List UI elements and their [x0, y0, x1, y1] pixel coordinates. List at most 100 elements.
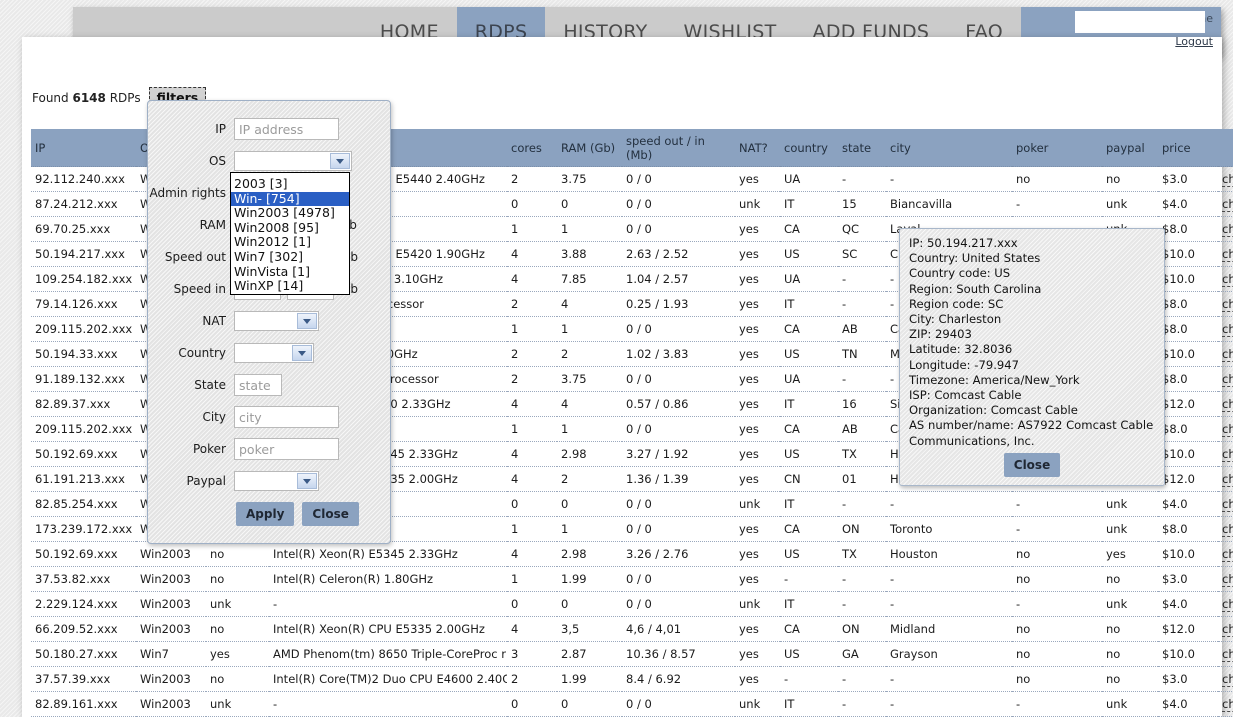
cell-cpu: Intel(R) Xeon(R) CPU E5335 2.00GHz [269, 616, 507, 642]
filter-input-city[interactable] [234, 406, 339, 428]
ip-info-lines: IP: 50.194.217.xxx Country: United States… [909, 236, 1155, 449]
table-row[interactable]: 50.192.69.xxxWin2003noIntel(R) Xeon(R) E… [31, 541, 1233, 567]
cell-speed: 0 / 0 [622, 566, 735, 592]
os-dropdown-option[interactable]: Win2008 [95] [231, 220, 349, 236]
check-link-cell: check [1218, 166, 1233, 192]
filter-label-speed-in: Speed in [173, 282, 226, 296]
check-link[interactable]: check [1222, 597, 1233, 612]
cell-cores: 4 [507, 241, 557, 267]
cell-ram: 2.98 [557, 441, 622, 467]
check-link[interactable]: check [1222, 297, 1233, 312]
cell-cores: 0 [507, 191, 557, 217]
check-link[interactable]: check [1222, 572, 1233, 587]
cell-admin: no [206, 566, 269, 592]
check-link[interactable]: check [1222, 447, 1233, 462]
cell-speed: 0 / 0 [622, 191, 735, 217]
cell-country: CA [780, 316, 838, 342]
cell-nat: yes [735, 466, 780, 492]
check-link[interactable]: check [1222, 347, 1233, 362]
cell-poker: no [1012, 566, 1102, 592]
check-link[interactable]: check [1222, 697, 1233, 712]
os-dropdown-option[interactable]: Win- [754] [231, 191, 349, 207]
cell-speed: 0 / 0 [622, 691, 735, 717]
cell-paypal: unk [1102, 516, 1158, 542]
cell-state: GA [838, 641, 886, 667]
cell-city: - [886, 691, 1012, 717]
check-link[interactable]: check [1222, 472, 1233, 487]
cell-paypal: unk [1102, 491, 1158, 517]
filter-select-os[interactable] [234, 151, 352, 171]
cell-price: $3.0 [1158, 166, 1218, 192]
cell-cores: 2 [507, 291, 557, 317]
col-header-poker[interactable]: poker [1012, 129, 1102, 167]
check-link[interactable]: check [1222, 672, 1233, 687]
check-link[interactable]: check [1222, 172, 1233, 187]
cell-ip: 37.53.82.xxx [31, 566, 136, 592]
cell-speed: 0 / 0 [622, 416, 735, 442]
check-link[interactable]: check [1222, 247, 1233, 262]
cell-ip: 173.239.172.xxx [31, 516, 136, 542]
col-header-country[interactable]: country [780, 129, 838, 167]
os-dropdown-option[interactable]: WinVista [1] [231, 264, 349, 280]
cell-ram: 2.87 [557, 641, 622, 667]
cell-city: - [886, 166, 1012, 192]
cell-poker: no [1012, 166, 1102, 192]
filter-input-state[interactable] [234, 374, 282, 396]
check-link[interactable]: check [1222, 222, 1233, 237]
check-link[interactable]: check [1222, 197, 1233, 212]
check-link[interactable]: check [1222, 422, 1233, 437]
check-link[interactable]: check [1222, 647, 1233, 662]
filters-apply-button[interactable]: Apply [236, 502, 295, 526]
logout-link[interactable]: Logout [1175, 35, 1213, 48]
os-dropdown-option[interactable]: WinXP [14] [231, 279, 349, 294]
os-dropdown-list[interactable]: 2003 [3] Win- [754] Win2003 [4978] Win2008 … [230, 172, 350, 295]
cell-cores: 1 [507, 316, 557, 342]
table-row[interactable]: 2.229.124.xxx Win2003 unk -0 0 0 / 0 unk IT - - - u… [31, 591, 1233, 617]
col-header-cores[interactable]: cores [507, 129, 557, 167]
filter-select-country[interactable] [234, 343, 314, 363]
table-row[interactable]: 50.180.27.xxx Win7 yes AMD Phenom(tm) 8650 … [31, 641, 1233, 667]
cell-ram: 0 [557, 191, 622, 217]
os-dropdown-option[interactable]: 2003 [3] [231, 176, 349, 192]
col-header-price[interactable]: price [1158, 129, 1218, 167]
col-header-speed[interactable]: speed out / in (Mb) [622, 129, 735, 167]
col-header-nat[interactable]: NAT? [735, 129, 780, 167]
col-header-ip[interactable]: IP [31, 129, 136, 167]
cell-paypal: unk [1102, 691, 1158, 717]
filter-select-paypal[interactable] [234, 471, 319, 491]
filter-input-poker[interactable] [234, 438, 339, 460]
check-link[interactable]: check [1222, 547, 1233, 562]
check-link[interactable]: check [1222, 272, 1233, 287]
cell-paypal: no [1102, 566, 1158, 592]
check-link[interactable]: check [1222, 622, 1233, 637]
ip-info-close-button[interactable]: Close [1003, 452, 1061, 477]
cell-city: - [886, 566, 1012, 592]
col-header-ram[interactable]: RAM (Gb) [557, 129, 622, 167]
os-dropdown-option[interactable]: Win2003 [4978] [231, 206, 349, 221]
check-link[interactable]: check [1222, 497, 1233, 512]
table-row[interactable]: 37.57.39.xxx Win2003 no Intel(R) Core(TM)2 … [31, 666, 1233, 692]
cell-os: Win2003 [136, 666, 206, 692]
check-link[interactable]: check [1222, 522, 1233, 537]
table-row[interactable]: 37.53.82.xxx Win2003 no Intel(R) Celeron(R)… [31, 566, 1233, 592]
cell-ram: 1 [557, 516, 622, 542]
col-header-state[interactable]: state [838, 129, 886, 167]
ip-info-line: Timezone: America/New_York [909, 372, 1080, 387]
os-dropdown-option[interactable]: Win7 [302] [231, 249, 349, 265]
cell-speed: 0 / 0 [622, 166, 735, 192]
col-header-paypal[interactable]: paypal [1102, 129, 1158, 167]
table-row[interactable]: 66.209.52.xxx Win2003 no Intel(R) Xeon(R) C… [31, 616, 1233, 642]
table-row[interactable]: 82.89.161.xxx Win2003 unk -0 0 0 / 0 unk IT - - - u… [31, 691, 1233, 717]
cell-poker: - [1012, 691, 1102, 717]
filter-input-ip[interactable] [234, 118, 339, 140]
cell-cores: 4 [507, 466, 557, 492]
check-link[interactable]: check [1222, 322, 1233, 337]
filter-select-nat[interactable] [234, 311, 319, 331]
filters-close-button[interactable]: Close [302, 502, 359, 526]
cell-admin: no [206, 541, 269, 567]
col-header-city[interactable]: city [886, 129, 1012, 167]
os-dropdown-option[interactable]: Win2012 [1] [231, 235, 349, 250]
check-link[interactable]: check [1222, 372, 1233, 387]
check-link[interactable]: check [1222, 397, 1233, 412]
cell-cores: 2 [507, 341, 557, 367]
